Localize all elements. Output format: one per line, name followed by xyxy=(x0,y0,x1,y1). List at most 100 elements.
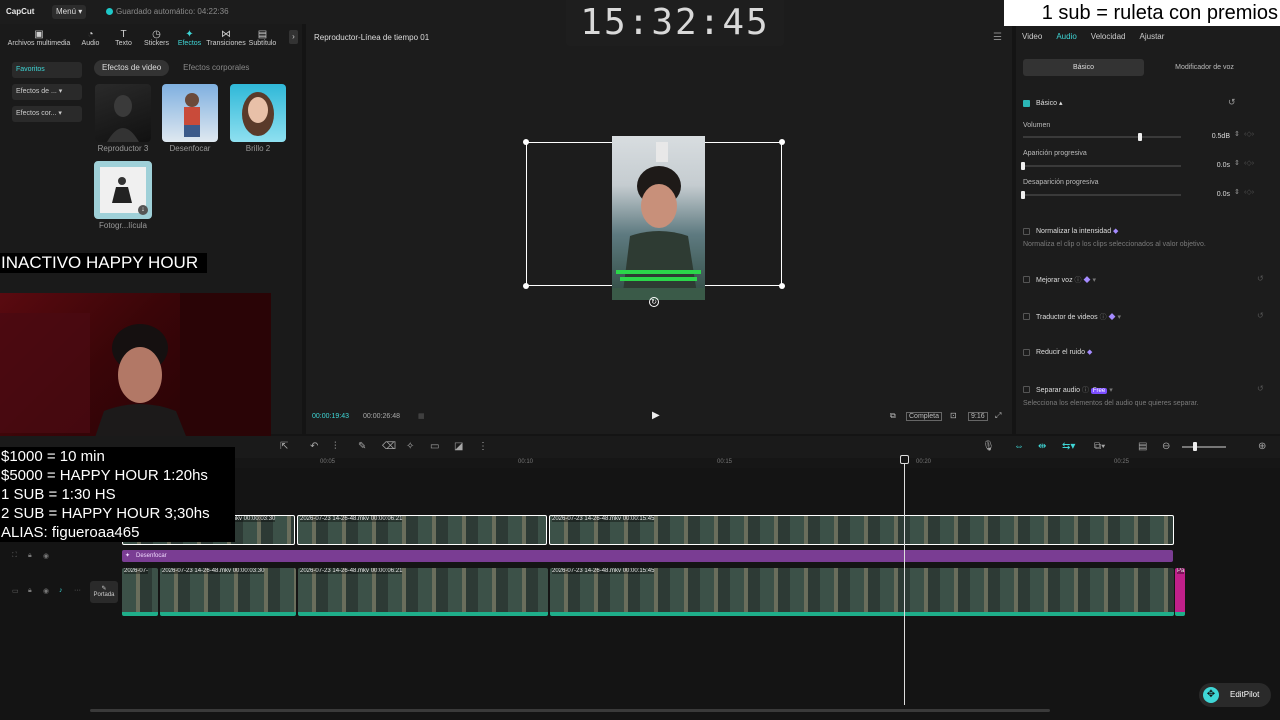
tab-captions[interactable]: ▤ Subtítulo xyxy=(246,26,279,52)
chevron-down-icon[interactable]: ▾ xyxy=(1109,387,1113,394)
category-favorites[interactable]: Favoritos xyxy=(12,62,82,78)
delete-icon[interactable]: ⌫ xyxy=(382,441,396,452)
fullscreen-icon[interactable]: ⤢ xyxy=(995,411,1001,421)
tab-effects[interactable]: ✦ Efectos xyxy=(173,26,206,52)
audio-icon[interactable]: ♪ xyxy=(59,587,63,594)
tab-audio-props[interactable]: Audio xyxy=(1056,32,1076,41)
zoom-slider[interactable] xyxy=(1182,446,1226,448)
effect-clip[interactable]: ✦ Desenfocar xyxy=(122,550,1173,562)
quality-button[interactable]: Completa xyxy=(906,412,942,421)
tab-adjust[interactable]: Ajustar xyxy=(1140,32,1165,41)
stepper-icon[interactable]: ⇕ xyxy=(1234,130,1240,138)
microphone-icon[interactable]: 🎙 xyxy=(982,441,995,452)
timeline-clip[interactable]: 2026-07-23 14-26-48.mkv 00:00:06:21 xyxy=(298,568,548,616)
tab-media[interactable]: ▣ Archivos multimedia xyxy=(4,26,74,52)
keyframe-icon[interactable]: ‹◇› xyxy=(1244,159,1254,167)
fade-in-slider[interactable] xyxy=(1023,165,1181,167)
reset-icon[interactable]: ↺ xyxy=(1257,384,1264,393)
volume-slider[interactable] xyxy=(1023,136,1181,138)
video-preview[interactable] xyxy=(612,136,705,300)
playhead-handle[interactable] xyxy=(900,455,909,464)
effect-thumbnail[interactable] xyxy=(230,84,286,142)
tab-audio[interactable]: ◔ Audio xyxy=(74,26,107,52)
download-icon[interactable]: ↓ xyxy=(138,205,148,215)
eye-icon[interactable]: ◉ xyxy=(43,552,49,560)
magic-icon[interactable]: ✧ xyxy=(406,441,414,452)
zoom-out-icon[interactable]: ⊖ xyxy=(1162,441,1170,452)
audio-wave-icon[interactable]: ⋮ xyxy=(478,441,488,452)
lock-icon[interactable]: 🔒︎ xyxy=(28,552,32,560)
aspect-ratio-button[interactable]: 9:16 xyxy=(968,412,988,421)
fade-out-slider-knob[interactable] xyxy=(1021,191,1025,199)
tab-speed[interactable]: Velocidad xyxy=(1091,32,1126,41)
ratio-icon[interactable]: ⧉▾ xyxy=(1094,441,1105,452)
split-icon[interactable]: ⫶ xyxy=(334,441,337,452)
timeline-clip[interactable]: 2026-07-23 14-26-48.mkv 00:00:15:45 xyxy=(550,568,1174,616)
timeline-clip[interactable]: 2026-07- xyxy=(122,568,158,616)
reset-icon[interactable]: ↺ xyxy=(1257,311,1264,320)
timeline-scrollbar[interactable] xyxy=(90,709,1050,712)
timeline-clip[interactable]: Pa xyxy=(1175,568,1185,616)
chevron-right-icon[interactable]: › xyxy=(289,30,298,44)
timeline-clip[interactable]: 2026-07-23 14-26-48.mkv 00:00:06:21 xyxy=(297,515,547,545)
zoom-in-icon[interactable]: ⊕ xyxy=(1258,441,1266,452)
select-icon[interactable]: ⇱ xyxy=(280,441,288,452)
editpilot-button[interactable]: ✥ EditPilot xyxy=(1199,683,1271,707)
fade-out-value[interactable]: 0.0s xyxy=(1186,188,1236,201)
basic-checkbox[interactable] xyxy=(1023,100,1030,107)
filter-body-effects[interactable]: Efectos corporales xyxy=(175,60,257,76)
lock-icon[interactable]: 🔒︎ xyxy=(28,587,32,595)
effect-thumbnail[interactable] xyxy=(162,84,218,142)
rotate-icon[interactable]: ↻ xyxy=(649,297,659,307)
cover-button[interactable]: ✎ Portada xyxy=(90,581,118,603)
undo-icon[interactable]: ↶ xyxy=(310,441,318,452)
normalize-checkbox[interactable] xyxy=(1023,228,1030,235)
menu-icon[interactable]: ☰ xyxy=(993,32,1002,43)
volume-value[interactable]: 0.5dB xyxy=(1186,130,1236,143)
effect-thumbnail[interactable] xyxy=(95,84,151,142)
tab-text[interactable]: T Texto xyxy=(107,26,140,52)
caption-toggle-icon[interactable]: ▤ xyxy=(1138,441,1147,452)
chevron-down-icon[interactable]: ▾ xyxy=(1092,277,1096,284)
fade-in-slider-knob[interactable] xyxy=(1021,162,1025,170)
enhance-voice-checkbox[interactable] xyxy=(1023,276,1030,283)
preview-axis-icon[interactable]: ⇆▾ xyxy=(1062,441,1075,452)
resize-handle[interactable] xyxy=(523,139,529,145)
keyframe-icon[interactable]: ‹◇› xyxy=(1244,188,1254,196)
freeze-icon[interactable]: ◪ xyxy=(454,441,463,452)
category-body-effects[interactable]: Efectos cor... ▾ xyxy=(12,106,82,122)
resize-handle[interactable] xyxy=(523,283,529,289)
reset-icon[interactable]: ↺ xyxy=(1228,97,1236,108)
crop-icon[interactable]: ▭ xyxy=(430,441,439,452)
volume-slider-knob[interactable] xyxy=(1137,133,1142,141)
fade-in-value[interactable]: 0.0s xyxy=(1186,159,1236,172)
fit-icon[interactable]: ⊡ xyxy=(950,411,957,420)
keyframe-icon[interactable]: ‹◇› xyxy=(1244,130,1254,138)
timeline-clip[interactable]: 2026-07-23 14-26-48.mkv 00:00:15:45 xyxy=(549,515,1174,545)
play-button[interactable]: ▶ xyxy=(652,410,660,421)
grid-icon[interactable]: ▦ xyxy=(418,412,425,420)
tab-stickers[interactable]: ◷ Stickers xyxy=(140,26,173,52)
noise-checkbox[interactable] xyxy=(1023,349,1030,356)
tab-video[interactable]: Video xyxy=(1022,32,1042,41)
pen-icon[interactable]: ✎ xyxy=(358,441,366,452)
effect-thumbnail[interactable]: ↓ xyxy=(94,161,152,219)
category-video-effects[interactable]: Efectos de ... ▾ xyxy=(12,84,82,100)
timeline-clip[interactable]: 2026-07-23 14-26-48.mkv 00:00:03:30 xyxy=(160,568,296,616)
zoom-slider-knob[interactable] xyxy=(1193,442,1197,451)
filter-video-effects[interactable]: Efectos de video xyxy=(94,60,170,76)
subtab-voice-changer[interactable]: Modificador de voz xyxy=(1144,59,1265,76)
chevron-down-icon[interactable]: ▾ xyxy=(1117,314,1121,321)
crop-icon[interactable]: ⧉ xyxy=(890,411,896,421)
resize-handle[interactable] xyxy=(779,139,785,145)
fade-out-slider[interactable] xyxy=(1023,194,1181,196)
separate-audio-checkbox[interactable] xyxy=(1023,386,1030,393)
more-icon[interactable]: ··· xyxy=(74,587,81,594)
reset-icon[interactable]: ↺ xyxy=(1257,274,1264,283)
menu-button[interactable]: Menú ▾ xyxy=(52,5,87,19)
tab-transitions[interactable]: ⋈ Transiciones xyxy=(206,26,246,52)
timeline-ruler[interactable] xyxy=(90,458,1280,468)
link-icon[interactable]: ⇔ xyxy=(1014,441,1024,452)
resize-handle[interactable] xyxy=(779,283,785,289)
eye-icon[interactable]: ◉ xyxy=(43,587,49,595)
